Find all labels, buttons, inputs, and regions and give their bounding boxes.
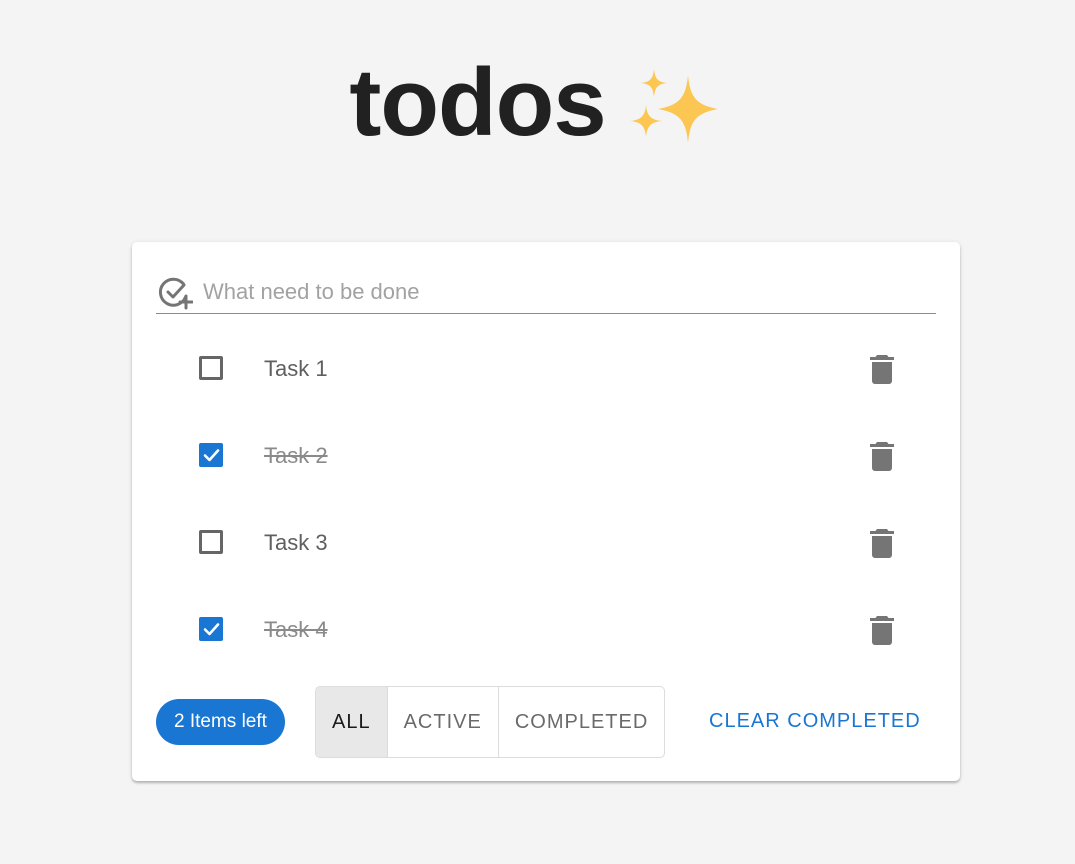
new-todo-row [156,270,936,314]
todo-item: Task 2 [132,413,960,500]
filter-toggle-group: ALL ACTIVE COMPLETED [315,686,666,758]
filter-active-button[interactable]: ACTIVE [386,687,498,757]
todo-footer: 2 Items left ALL ACTIVE COMPLETED CLEAR … [156,686,936,758]
trash-icon[interactable] [868,615,896,645]
add-task-icon [158,277,193,309]
trash-icon[interactable] [868,354,896,384]
checkmark-icon [203,623,220,636]
todo-list: Task 1 Task 2 Task 3 Task 4 [132,326,960,674]
clear-completed-button[interactable]: CLEAR COMPLETED [709,686,921,756]
todo-checkbox[interactable] [199,356,223,380]
todo-text: Task 2 [264,443,328,468]
sparkles-icon [629,69,718,143]
todo-item: Task 1 [132,326,960,413]
filter-all-button[interactable]: ALL [316,687,387,757]
todo-card: Task 1 Task 2 Task 3 [132,242,960,781]
todo-checkbox[interactable] [199,617,223,641]
todo-text: Task 3 [264,530,328,555]
todo-checkbox[interactable] [199,443,223,467]
trash-icon[interactable] [868,441,896,471]
app-title: todos [349,49,606,156]
items-left-badge: 2 Items left [156,699,285,745]
todo-checkbox[interactable] [199,530,223,554]
todo-item: Task 3 [132,500,960,587]
checkmark-icon [203,449,220,462]
app-header: todos [0,48,1075,158]
todo-text: Task 1 [264,356,328,381]
trash-icon[interactable] [868,528,896,558]
todo-text: Task 4 [264,617,328,642]
new-todo-input[interactable] [203,276,903,307]
filter-completed-button[interactable]: COMPLETED [497,687,664,757]
todo-item: Task 4 [132,587,960,674]
